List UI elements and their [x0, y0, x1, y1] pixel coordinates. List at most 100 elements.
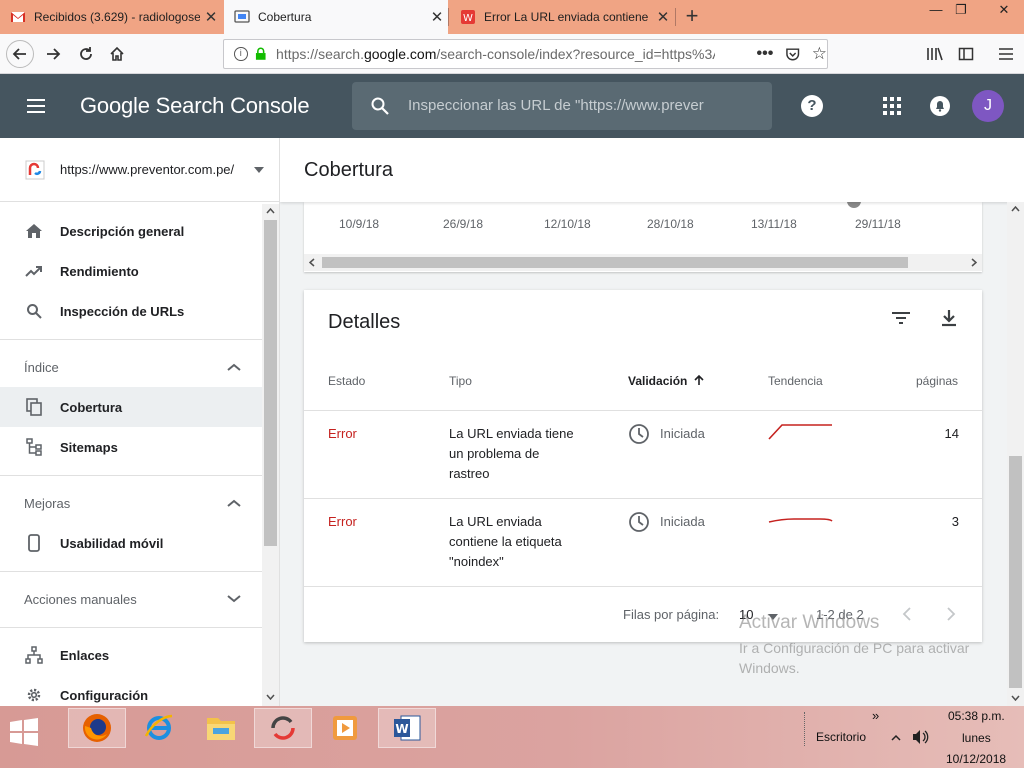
table-row[interactable]: Error La URL enviada contiene la etiquet…: [304, 499, 982, 586]
section-manual-actions[interactable]: Acciones manuales: [0, 579, 262, 619]
sidebar-item-coverage[interactable]: Cobertura: [0, 387, 262, 427]
activate-windows-watermark: Activar Windows Ir a Configuración de PC…: [739, 612, 989, 678]
x-axis-tick: 13/11/18: [751, 217, 797, 231]
app-logo[interactable]: Google Search Console: [80, 93, 310, 119]
close-tab-icon[interactable]: ✕: [200, 8, 222, 26]
scroll-down-icon[interactable]: [1011, 695, 1020, 701]
scroll-down-icon[interactable]: [266, 694, 275, 700]
scrollbar-thumb[interactable]: [322, 257, 908, 268]
page-actions-icon[interactable]: •••: [757, 45, 774, 63]
sidebar-toggle-icon[interactable]: [952, 40, 980, 68]
library-icon[interactable]: [921, 40, 949, 68]
tab-cobertura[interactable]: Cobertura ✕: [224, 0, 448, 34]
help-icon[interactable]: ?: [801, 95, 823, 117]
show-hidden-icons-icon[interactable]: [891, 734, 901, 741]
toolbar-grip[interactable]: [804, 712, 807, 746]
close-tab-icon[interactable]: ✕: [426, 8, 448, 26]
filter-icon[interactable]: [891, 311, 911, 325]
section-label: Acciones manuales: [24, 591, 137, 607]
scroll-up-icon[interactable]: [266, 208, 275, 214]
forward-icon[interactable]: [39, 40, 67, 68]
speaker-volume-icon[interactable]: [911, 729, 929, 745]
sidebar-item-sitemaps[interactable]: Sitemaps: [0, 427, 262, 467]
reload-icon[interactable]: [72, 40, 100, 68]
section-label: Mejoras: [24, 495, 71, 511]
tab-error-url[interactable]: W Error La URL enviada contiene l ✕: [450, 0, 674, 34]
address-bar[interactable]: i https://search.google.com/search-conso…: [223, 39, 828, 69]
restore-icon[interactable]: ❐: [946, 0, 976, 22]
notifications-bell-icon[interactable]: [929, 95, 951, 117]
bookmark-star-icon[interactable]: ☆: [812, 44, 827, 64]
gmail-icon: [11, 12, 25, 22]
column-header-type[interactable]: Tipo: [449, 374, 472, 388]
property-selector[interactable]: https://www.preventor.com.pe/: [0, 138, 279, 202]
dropdown-arrow-icon[interactable]: [253, 166, 265, 174]
browser-menu-icon[interactable]: [992, 40, 1020, 68]
clock-day[interactable]: lunes: [962, 731, 991, 745]
tab-gmail[interactable]: Recibidos (3.629) - radiologoser ✕: [0, 0, 222, 34]
scroll-up-icon[interactable]: [1011, 206, 1020, 212]
sidebar-item-label: Descripción general: [60, 223, 185, 239]
scrollbar-thumb[interactable]: [1009, 456, 1022, 688]
chart-horizontal-scrollbar[interactable]: [304, 254, 982, 271]
close-tab-icon[interactable]: ✕: [652, 8, 674, 26]
sidebar-item-url-inspection[interactable]: Inspección de URLs: [0, 291, 262, 331]
column-header-validation[interactable]: Validación: [628, 374, 687, 388]
taskbar-media-player[interactable]: [316, 708, 374, 748]
document-icon: W: [461, 10, 475, 24]
taskbar-more-chevron[interactable]: »: [872, 708, 879, 723]
new-tab-icon[interactable]: +: [680, 4, 704, 28]
taskbar-app-swirl[interactable]: [254, 708, 312, 748]
sidebar-item-links[interactable]: Enlaces: [0, 635, 262, 675]
scrollbar-thumb[interactable]: [264, 220, 277, 546]
main-scrollbar[interactable]: [1007, 202, 1024, 706]
taskbar-internet-explorer[interactable]: [130, 708, 188, 748]
taskbar-firefox[interactable]: [68, 708, 126, 748]
status-cell: Error: [328, 426, 357, 441]
taskbar-file-explorer[interactable]: [192, 708, 250, 748]
sidebar-item-overview[interactable]: Descripción general: [0, 211, 262, 251]
info-icon[interactable]: i: [234, 47, 248, 61]
clock-time[interactable]: 05:38 p.m.: [948, 709, 1005, 723]
table-row[interactable]: Error La URL enviada tiene un problema d…: [304, 411, 982, 498]
pocket-icon[interactable]: [785, 46, 800, 62]
avatar[interactable]: J: [972, 90, 1004, 122]
tab-title: Error La URL enviada contiene l: [484, 10, 652, 24]
column-header-trend[interactable]: Tendencia: [768, 374, 823, 388]
type-cell: La URL enviada contiene la etiqueta "noi…: [449, 514, 562, 569]
apps-grid-icon[interactable]: [882, 96, 902, 116]
home-icon[interactable]: [103, 40, 131, 68]
sidebar-item-label: Sitemaps: [60, 439, 118, 455]
rows-per-page-label: Filas por página:: [623, 607, 720, 622]
search-icon: [24, 301, 44, 321]
url-inspect-search[interactable]: Inspeccionar las URL de "https://www.pre…: [352, 82, 772, 130]
media-player-icon: [333, 716, 357, 740]
windows-start-icon[interactable]: [8, 718, 40, 746]
sort-arrow-up-icon[interactable]: [693, 374, 705, 386]
taskbar-word[interactable]: W: [378, 708, 436, 748]
tab-title: Recibidos (3.629) - radiologoser: [34, 10, 200, 24]
sidebar-item-settings[interactable]: Configuración: [0, 675, 262, 706]
column-header-status[interactable]: Estado: [328, 374, 365, 388]
app-header: Google Search Console Inspeccionar las U…: [0, 74, 1024, 138]
sidebar-item-performance[interactable]: Rendimiento: [0, 251, 262, 291]
column-header-pages[interactable]: páginas: [916, 374, 958, 388]
clock-date[interactable]: 10/12/2018: [946, 752, 1006, 766]
window-close-icon[interactable]: ✕: [984, 0, 1024, 22]
windows-taskbar: W » Escritorio 05:38 p.m. lunes 10/12/20…: [0, 706, 1024, 768]
coverage-chart-card: 10/9/18 26/9/18 12/10/18 28/10/18 13/11/…: [304, 198, 982, 272]
section-index[interactable]: Índice: [0, 347, 262, 387]
desktop-toolbar-label[interactable]: Escritorio: [816, 730, 866, 744]
back-icon[interactable]: [6, 40, 34, 68]
scroll-right-icon[interactable]: [971, 258, 977, 267]
folder-icon: [207, 718, 235, 740]
download-icon[interactable]: [940, 309, 958, 327]
scroll-left-icon[interactable]: [309, 258, 315, 267]
sidebar-item-mobile-usability[interactable]: Usabilidad móvil: [0, 523, 262, 563]
details-card: Detalles Estado Tipo Validación Tendenci…: [304, 290, 982, 642]
hamburger-menu-icon[interactable]: [24, 94, 48, 118]
section-label: Índice: [24, 359, 59, 375]
section-enhancements[interactable]: Mejoras: [0, 483, 262, 523]
watermark-title: Activar Windows: [739, 612, 880, 633]
sidebar-scrollbar[interactable]: [262, 204, 279, 706]
